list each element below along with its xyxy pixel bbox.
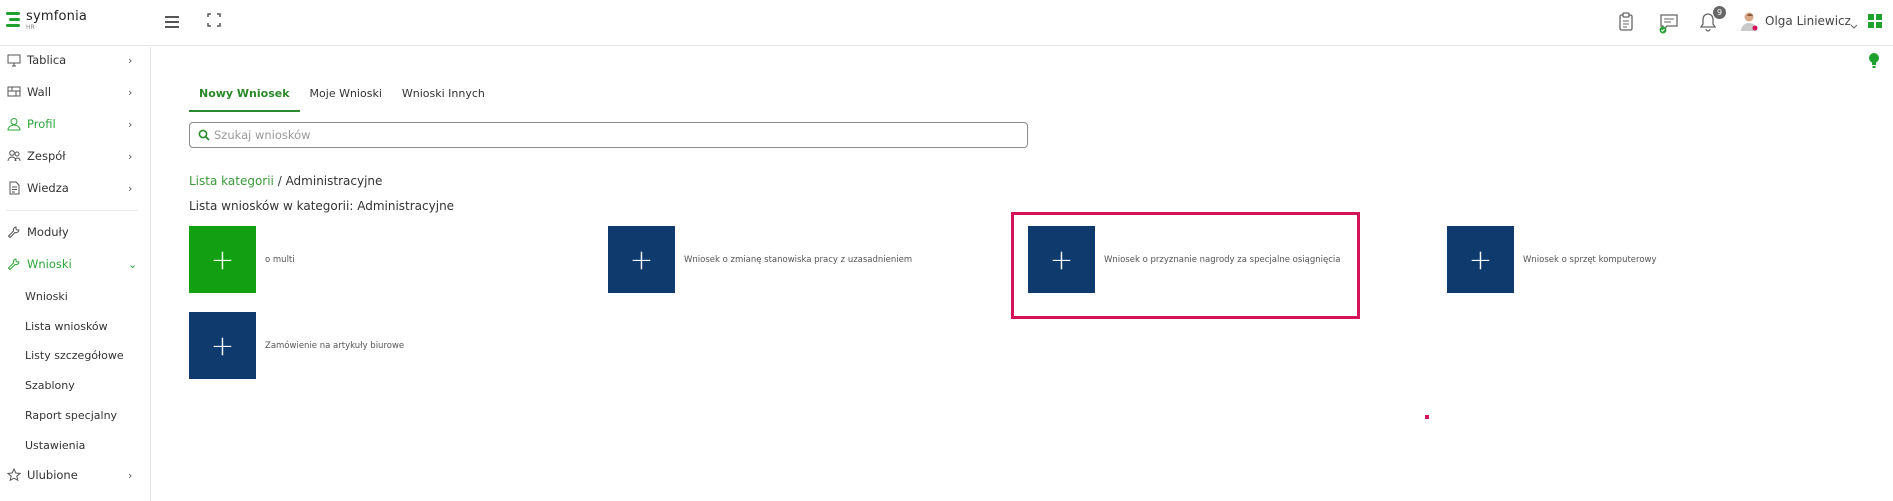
request-card-label: Wniosek o zmianę stanowiska pracy z uzas… <box>684 254 913 265</box>
sidebar-item-wall[interactable]: Wall › <box>0 80 150 104</box>
sidebar-item-label: Moduły <box>27 225 69 239</box>
chevron-down-icon[interactable] <box>1850 15 1860 35</box>
chevron-down-icon: ⌄ <box>128 257 138 271</box>
cursor-marker <box>1425 415 1429 419</box>
logo-sub: HR <box>26 24 35 31</box>
avatar[interactable] <box>1740 11 1758 31</box>
chevron-right-icon: › <box>128 117 133 131</box>
team-icon <box>7 150 21 162</box>
highlight-box <box>1011 212 1360 319</box>
star-icon <box>7 468 21 482</box>
sidebar-subitem-ustawienia[interactable]: Ustawienia <box>25 439 85 452</box>
sidebar-item-profil[interactable]: Profil › <box>0 112 150 136</box>
chevron-right-icon: › <box>128 53 133 67</box>
breadcrumb-separator: / <box>273 174 286 188</box>
sidebar-item-label: Wiedza <box>27 181 69 195</box>
sidebar-item-label: Tablica <box>27 53 67 67</box>
fullscreen-icon[interactable] <box>206 12 226 32</box>
top-bar: symfonia HR 9 Olga Liniewicz <box>0 0 1893 46</box>
sidebar-subitem-lista-wnioskow[interactable]: Lista wniosków <box>25 320 108 333</box>
clipboard-icon[interactable] <box>1617 12 1637 32</box>
chevron-right-icon: › <box>128 85 133 99</box>
lightbulb-icon[interactable] <box>1868 52 1880 69</box>
search-icon <box>198 129 210 141</box>
add-request-tile[interactable]: + <box>608 226 675 293</box>
sidebar-item-label: Zespół <box>27 149 66 163</box>
sidebar-item-label: Ulubione <box>27 468 78 482</box>
app-logo[interactable]: symfonia HR <box>6 10 87 32</box>
category-title: Lista wniosków w kategorii: Administracy… <box>189 199 455 213</box>
tab-nowy-wniosek[interactable]: Nowy Wniosek <box>189 87 300 112</box>
add-request-tile[interactable]: + <box>1447 226 1514 293</box>
tab-wnioski-innych[interactable]: Wnioski Innych <box>392 87 495 112</box>
apps-grid-icon[interactable] <box>1868 13 1888 33</box>
request-card-artykuly-biurowe[interactable]: + Zamówienie na artykuły biurowe <box>189 312 404 379</box>
add-request-tile[interactable]: + <box>189 226 256 293</box>
sidebar-item-label: Profil <box>27 117 56 131</box>
add-request-tile[interactable]: + <box>189 312 256 379</box>
sidebar-divider <box>6 210 138 211</box>
sidebar-item-moduly[interactable]: Moduły <box>0 220 150 244</box>
chevron-right-icon: › <box>128 149 133 163</box>
user-name[interactable]: Olga Liniewicz <box>1765 14 1851 28</box>
sidebar-item-wnioski[interactable]: Wnioski ⌄ <box>0 252 150 276</box>
request-card-sprzet-komputerowy[interactable]: + Wniosek o sprzęt komputerowy <box>1447 226 1657 293</box>
breadcrumb-current: Administracyjne <box>285 174 383 188</box>
logo-mark <box>6 10 22 30</box>
sidebar-item-ulubione[interactable]: Ulubione › <box>0 463 150 487</box>
wall-icon <box>7 86 21 97</box>
request-card-o-multi[interactable]: + o multi <box>189 226 295 293</box>
hamburger-icon[interactable] <box>163 12 183 32</box>
wrench-icon <box>7 226 20 239</box>
sidebar-item-zespol[interactable]: Zespół › <box>0 144 150 168</box>
user-icon <box>7 118 21 131</box>
sidebar-item-wiedza[interactable]: Wiedza › <box>0 176 150 200</box>
request-tabs: Nowy Wniosek Moje Wnioski Wnioski Innych <box>189 87 495 112</box>
sidebar-subitem-raport-specjalny[interactable]: Raport specjalny <box>25 409 117 422</box>
sidebar-item-label: Wnioski <box>27 257 72 271</box>
sidebar-item-tablica[interactable]: Tablica › <box>0 48 150 72</box>
chevron-right-icon: › <box>128 468 133 482</box>
breadcrumb-link-categories[interactable]: Lista kategorii <box>189 174 274 188</box>
request-card-label: o multi <box>265 254 295 265</box>
wrench-icon <box>7 258 20 271</box>
document-icon <box>9 181 20 195</box>
sidebar: Tablica › Wall › Profil › Zespół › Wiedz… <box>0 47 151 501</box>
request-card-label: Zamówienie na artykuły biurowe <box>265 340 405 351</box>
logo-name: symfonia <box>26 9 88 24</box>
sidebar-subitem-wnioski[interactable]: Wnioski <box>25 290 68 303</box>
request-card-label: Wniosek o sprzęt komputerowy <box>1523 254 1657 265</box>
monitor-icon <box>7 54 21 67</box>
sidebar-subitem-listy-szczegolowe[interactable]: Listy szczegółowe <box>25 349 124 362</box>
sidebar-subitem-szablony[interactable]: Szablony <box>25 379 75 392</box>
search-box[interactable] <box>189 122 1028 148</box>
sidebar-item-label: Wall <box>27 85 52 99</box>
chevron-right-icon: › <box>128 181 133 195</box>
request-card-zmiana-stanowiska[interactable]: + Wniosek o zmianę stanowiska pracy z uz… <box>608 226 912 293</box>
notification-count-badge: 9 <box>1713 6 1726 19</box>
chat-icon[interactable] <box>1658 12 1678 34</box>
breadcrumb: Lista kategorii / Administracyjne <box>189 174 382 188</box>
bell-icon[interactable]: 9 <box>1699 6 1726 32</box>
tab-moje-wnioski[interactable]: Moje Wnioski <box>300 87 392 112</box>
search-input[interactable] <box>214 128 1014 142</box>
